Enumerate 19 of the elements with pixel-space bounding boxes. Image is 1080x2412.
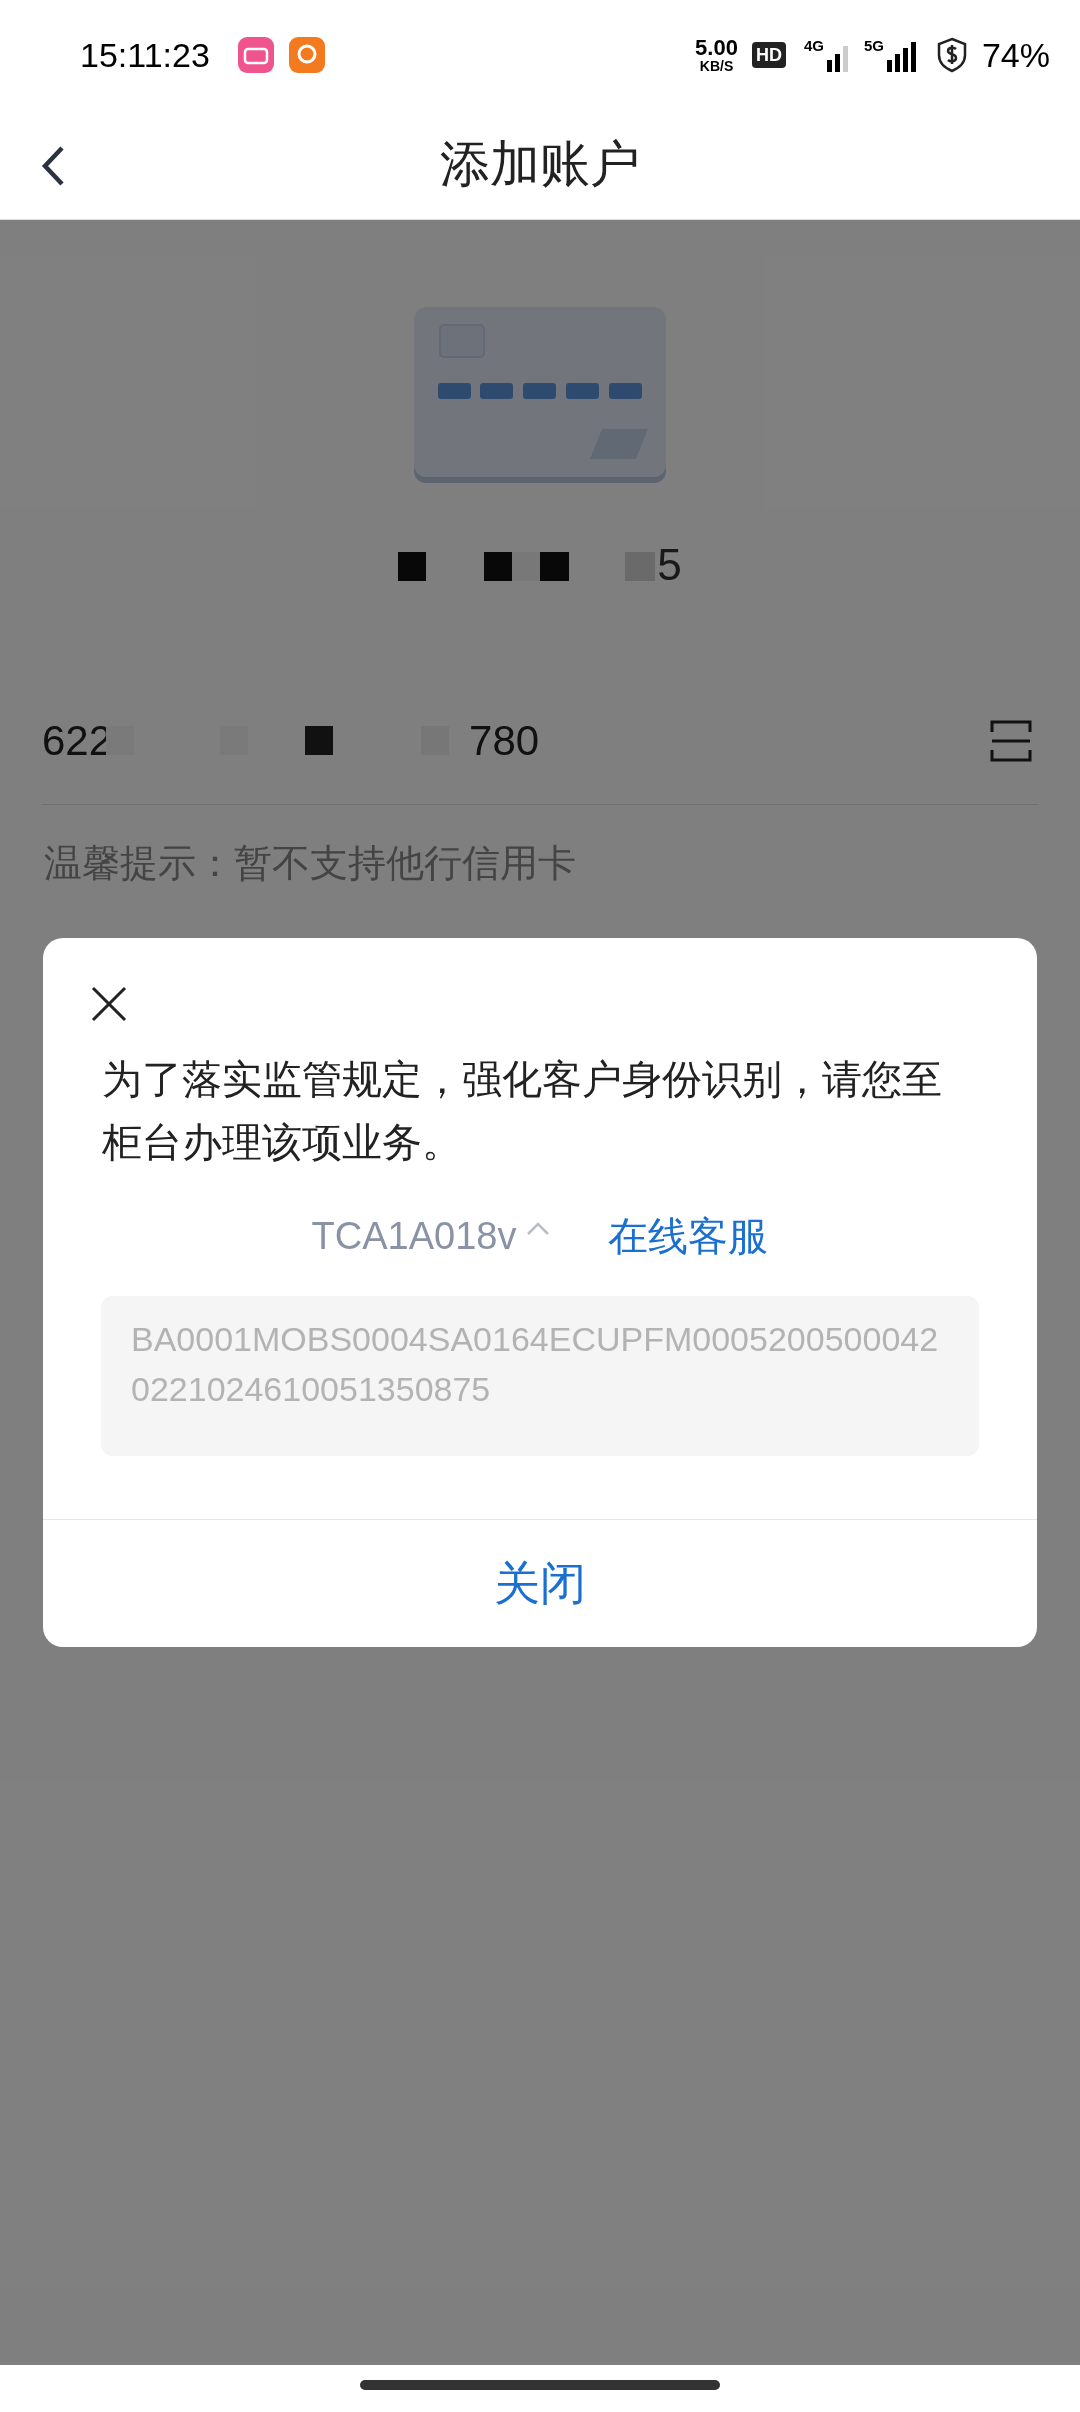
shield-icon: [935, 37, 968, 73]
status-time: 15:11:23: [80, 34, 210, 76]
app-icon: [288, 37, 325, 73]
dialog-message: 为了落实监管规定，强化客户身份识别，请您至柜台办理该项业务。: [102, 1057, 942, 1164]
close-button[interactable]: 关闭: [484, 1549, 596, 1618]
tip-text: 温馨提示：暂不支持他行信用卡: [44, 842, 576, 884]
masked-name: 5: [657, 543, 682, 587]
back-icon[interactable]: [40, 145, 66, 187]
redaction-mark: [398, 552, 427, 581]
app-icon: [237, 37, 274, 73]
hd-badge: HD: [751, 42, 786, 68]
page-title: 添加账户: [440, 135, 640, 194]
network-speed: 5.00 KB/S: [695, 37, 738, 73]
battery-level: 74%: [981, 34, 1050, 76]
trace-box: BA0001MOBS0004SA0164ECUPFM00052005000420221024610051350875: [101, 1296, 979, 1456]
online-service-link[interactable]: 在线客服: [608, 1206, 769, 1266]
scan-icon[interactable]: [990, 719, 1032, 762]
error-code[interactable]: TCA1A018v: [311, 1207, 517, 1265]
close-icon[interactable]: [91, 986, 127, 1022]
